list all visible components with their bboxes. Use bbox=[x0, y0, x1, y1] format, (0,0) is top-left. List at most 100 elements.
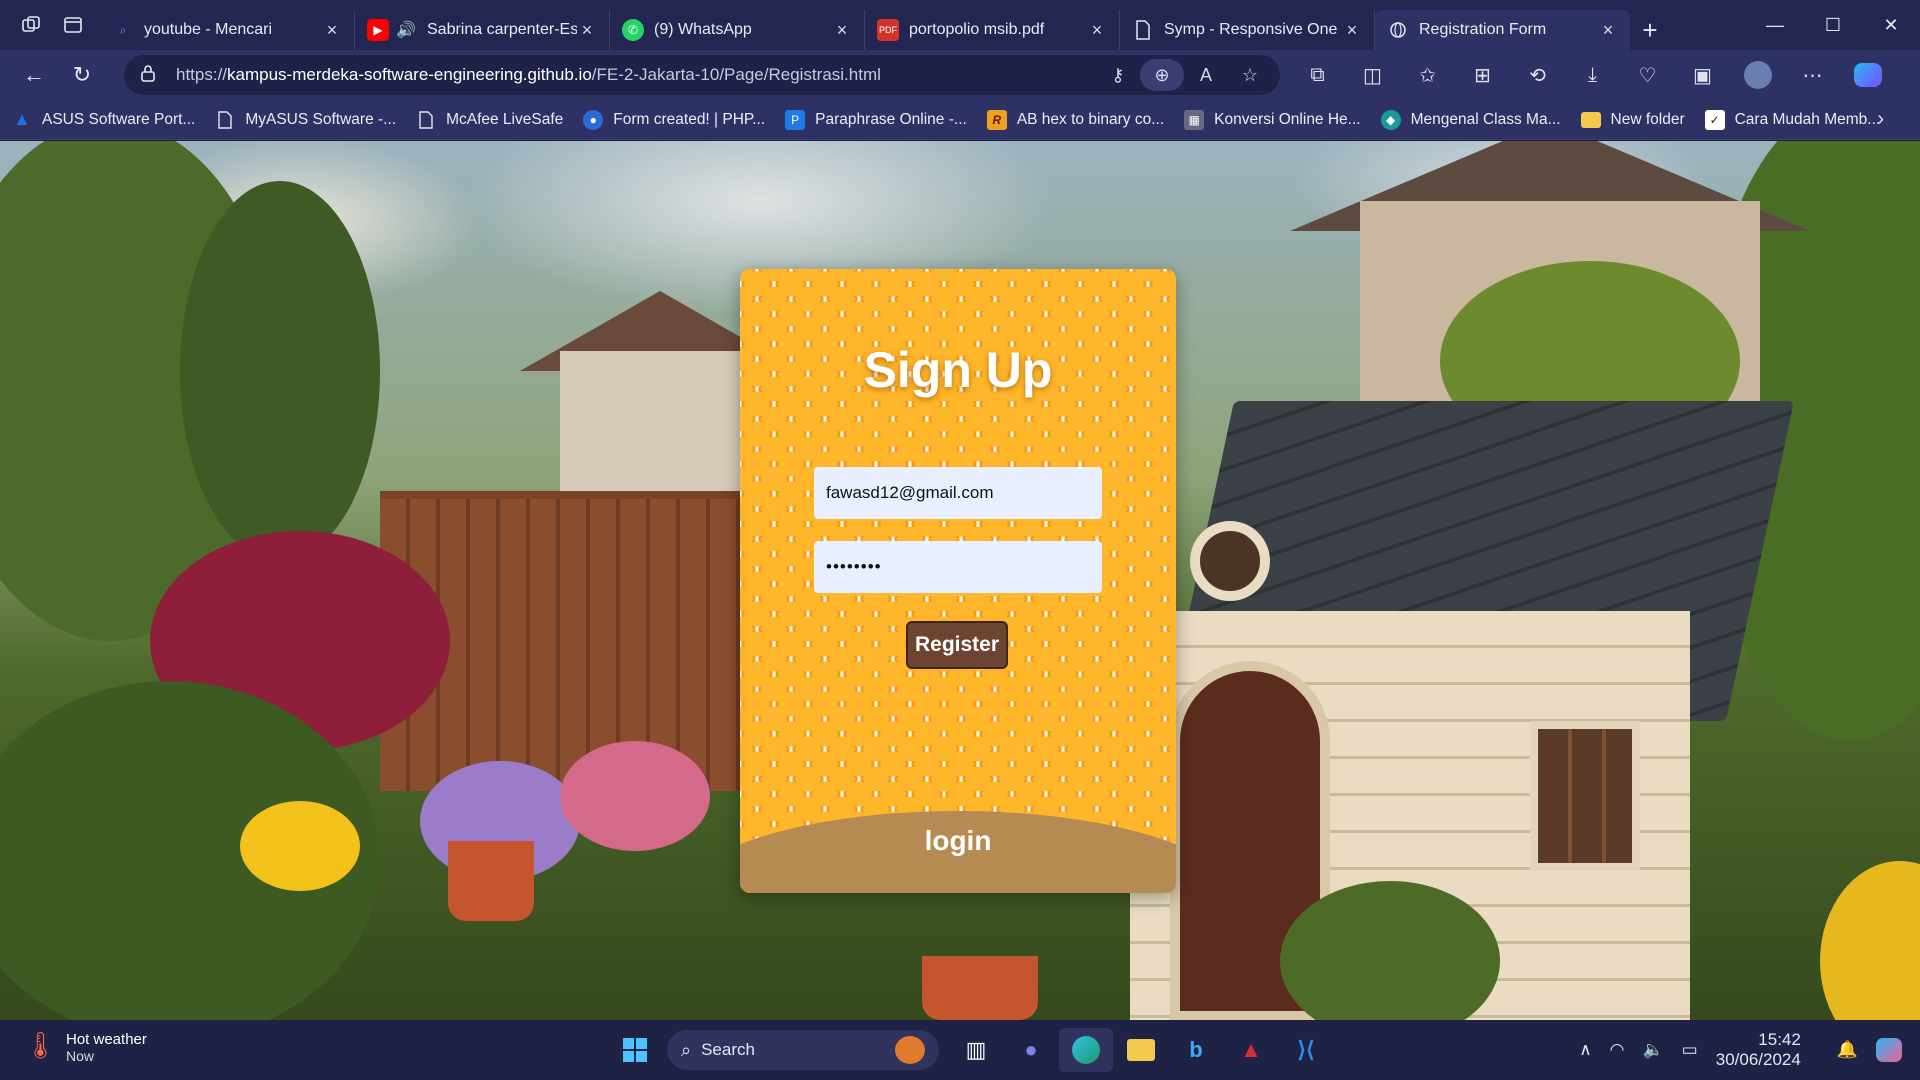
bookmark-label: McAfee LiveSafe bbox=[446, 110, 564, 128]
r-icon: R bbox=[986, 109, 1007, 130]
search-highlight-icon bbox=[895, 1036, 925, 1064]
bookmark-item[interactable]: MyASUS Software -... bbox=[215, 110, 396, 130]
minimize-icon[interactable]: — bbox=[1746, 0, 1804, 50]
chevron-up-icon[interactable]: ∧ bbox=[1579, 1040, 1591, 1060]
doghouse-round-window bbox=[1190, 521, 1270, 601]
edge-icon[interactable] bbox=[1059, 1028, 1113, 1072]
navigation-bar: ← ↻ https://kampus-merdeka-software-engi… bbox=[0, 50, 1920, 100]
whatsapp-icon: ✆ bbox=[622, 19, 644, 41]
zoom-icon[interactable]: ⊕ bbox=[1140, 59, 1184, 91]
bookmark-item[interactable]: ◆ Mengenal Class Ma... bbox=[1380, 109, 1561, 130]
bookmark-item[interactable]: ✓ Cara Mudah Memb... bbox=[1704, 109, 1881, 130]
read-aloud-icon[interactable]: A bbox=[1184, 59, 1228, 91]
search-label: Search bbox=[701, 1040, 755, 1059]
converter-icon: ▦ bbox=[1184, 109, 1205, 130]
bookmark-item[interactable]: New folder bbox=[1580, 110, 1685, 129]
asus-icon: ▲ bbox=[13, 109, 31, 129]
performance-icon[interactable]: ♡ bbox=[1620, 55, 1675, 95]
workspaces-icon[interactable] bbox=[12, 6, 50, 44]
back-icon[interactable]: ← bbox=[10, 55, 58, 95]
tab-title: youtube - Mencari bbox=[144, 21, 273, 38]
tab-whatsapp[interactable]: ✆ (9) WhatsApp × bbox=[610, 10, 865, 50]
close-window-icon[interactable]: ✕ bbox=[1862, 0, 1920, 50]
password-field[interactable]: •••••••• bbox=[814, 541, 1102, 593]
tab-pdf[interactable]: PDF portopolio msib.pdf × bbox=[865, 10, 1120, 50]
tab-actions-icon[interactable] bbox=[54, 6, 92, 44]
page-icon bbox=[1132, 19, 1154, 41]
key-icon[interactable]: ⚷ bbox=[1096, 59, 1140, 91]
close-icon[interactable]: × bbox=[577, 20, 597, 41]
close-icon[interactable]: × bbox=[1342, 20, 1362, 41]
login-link[interactable]: login bbox=[740, 825, 1176, 857]
favorite-star-icon[interactable]: ☆ bbox=[1228, 59, 1272, 91]
bookmark-label: New folder bbox=[1610, 110, 1685, 128]
file-explorer-icon[interactable] bbox=[1114, 1028, 1168, 1072]
chevron-right-icon[interactable]: › bbox=[1877, 108, 1884, 131]
split-screen-icon[interactable]: ◫ bbox=[1345, 55, 1400, 95]
form-icon: ● bbox=[583, 109, 604, 130]
bookmark-label: Cara Mudah Memb... bbox=[1734, 110, 1881, 128]
bookmark-label: ASUS Software Port... bbox=[42, 110, 196, 128]
pink-flowers bbox=[560, 741, 710, 851]
speaker-icon[interactable]: 🔊 bbox=[395, 19, 417, 41]
url-host: kampus-merdeka-software-engineering.gith… bbox=[227, 65, 592, 84]
close-icon[interactable]: × bbox=[322, 20, 342, 41]
copilot-taskbar-icon[interactable] bbox=[1876, 1038, 1902, 1062]
tab-sabrina[interactable]: ▶ 🔊 Sabrina carpenter-Esp × bbox=[355, 10, 610, 50]
bookmark-item[interactable]: R AB hex to binary co... bbox=[986, 109, 1165, 130]
maximize-icon[interactable]: ☐ bbox=[1804, 0, 1862, 50]
bookmark-item[interactable]: ▲ ASUS Software Port... bbox=[12, 109, 196, 130]
bookmark-item[interactable]: ● Form created! | PHP... bbox=[583, 109, 765, 130]
sidebar-icon[interactable]: ▣ bbox=[1675, 55, 1730, 95]
url-prefix: https:// bbox=[176, 65, 228, 84]
mendeley-icon[interactable]: ▲ bbox=[1224, 1028, 1278, 1072]
wifi-icon[interactable]: ◠ bbox=[1610, 1040, 1625, 1060]
address-bar[interactable]: https://kampus-merdeka-software-engineer… bbox=[124, 55, 1280, 95]
close-icon[interactable]: × bbox=[1598, 20, 1618, 41]
task-view-icon[interactable]: ▥ bbox=[949, 1028, 1003, 1072]
history-icon[interactable]: ⟲ bbox=[1510, 55, 1565, 95]
tab-title: portopolio msib.pdf bbox=[909, 21, 1045, 38]
weather-widget[interactable]: 🌡 Hot weather Now bbox=[24, 1030, 147, 1064]
lock-icon[interactable] bbox=[140, 64, 164, 87]
toolbar: ⧉ ◫ ✩ ⊞ ⟲ ⤓ ♡ ▣ ⋯ bbox=[1290, 50, 1895, 100]
tab-registration-form[interactable]: Registration Form × bbox=[1375, 10, 1630, 50]
copilot-icon[interactable] bbox=[1840, 55, 1895, 95]
bookmark-item[interactable]: ▦ Konversi Online He... bbox=[1184, 109, 1361, 130]
favorites-icon[interactable]: ✩ bbox=[1400, 55, 1455, 95]
flower-pot bbox=[448, 841, 534, 921]
downloads-icon[interactable]: ⤓ bbox=[1565, 55, 1620, 95]
tab-youtube-search[interactable]: ⌕ youtube - Mencari × bbox=[100, 10, 355, 50]
address-actions: ⚷ ⊕ A ☆ bbox=[1096, 55, 1272, 95]
extensions-icon[interactable]: ⧉ bbox=[1290, 55, 1345, 95]
tab-symp[interactable]: Symp - Responsive One Pa × bbox=[1120, 10, 1375, 50]
close-icon[interactable]: × bbox=[1087, 20, 1107, 41]
register-button[interactable]: Register bbox=[906, 621, 1008, 669]
battery-icon[interactable]: ▭ bbox=[1682, 1040, 1698, 1060]
tab-title: (9) WhatsApp bbox=[654, 21, 752, 38]
bookmark-item[interactable]: McAfee LiveSafe bbox=[416, 110, 563, 130]
bookmark-label: AB hex to binary co... bbox=[1016, 110, 1165, 128]
taskbar: 🌡 Hot weather Now ⌕ Search ▥ ● b ▲ ⟩⟨ ∧ … bbox=[0, 1020, 1920, 1080]
refresh-icon[interactable]: ↻ bbox=[58, 55, 106, 95]
tab-title: Registration Form bbox=[1419, 21, 1547, 38]
paraphrase-icon: P bbox=[785, 109, 806, 130]
notification-bell-icon[interactable]: 🔔 bbox=[1837, 1040, 1858, 1060]
clock[interactable]: 15:42 30/06/2024 bbox=[1716, 1030, 1819, 1070]
email-field[interactable]: fawasd12@gmail.com bbox=[814, 467, 1102, 519]
taskbar-search[interactable]: ⌕ Search bbox=[667, 1030, 939, 1070]
vscode-icon[interactable]: ⟩⟨ bbox=[1279, 1028, 1333, 1072]
more-options-icon[interactable]: ⋯ bbox=[1785, 55, 1840, 95]
yellow-flowers bbox=[240, 801, 360, 891]
teams-icon[interactable]: ● bbox=[1004, 1028, 1058, 1072]
profile-avatar[interactable] bbox=[1730, 55, 1785, 95]
collections-icon[interactable]: ⊞ bbox=[1455, 55, 1510, 95]
window-controls: — ☐ ✕ bbox=[1746, 0, 1920, 50]
volume-icon[interactable]: 🔈 bbox=[1643, 1040, 1664, 1060]
start-icon[interactable] bbox=[608, 1028, 662, 1072]
bookmark-label: Paraphrase Online -... bbox=[815, 110, 967, 128]
bing-icon[interactable]: b bbox=[1169, 1028, 1223, 1072]
close-icon[interactable]: × bbox=[832, 20, 852, 41]
new-tab-button[interactable]: + bbox=[1630, 10, 1670, 50]
bookmark-item[interactable]: P Paraphrase Online -... bbox=[785, 109, 967, 130]
